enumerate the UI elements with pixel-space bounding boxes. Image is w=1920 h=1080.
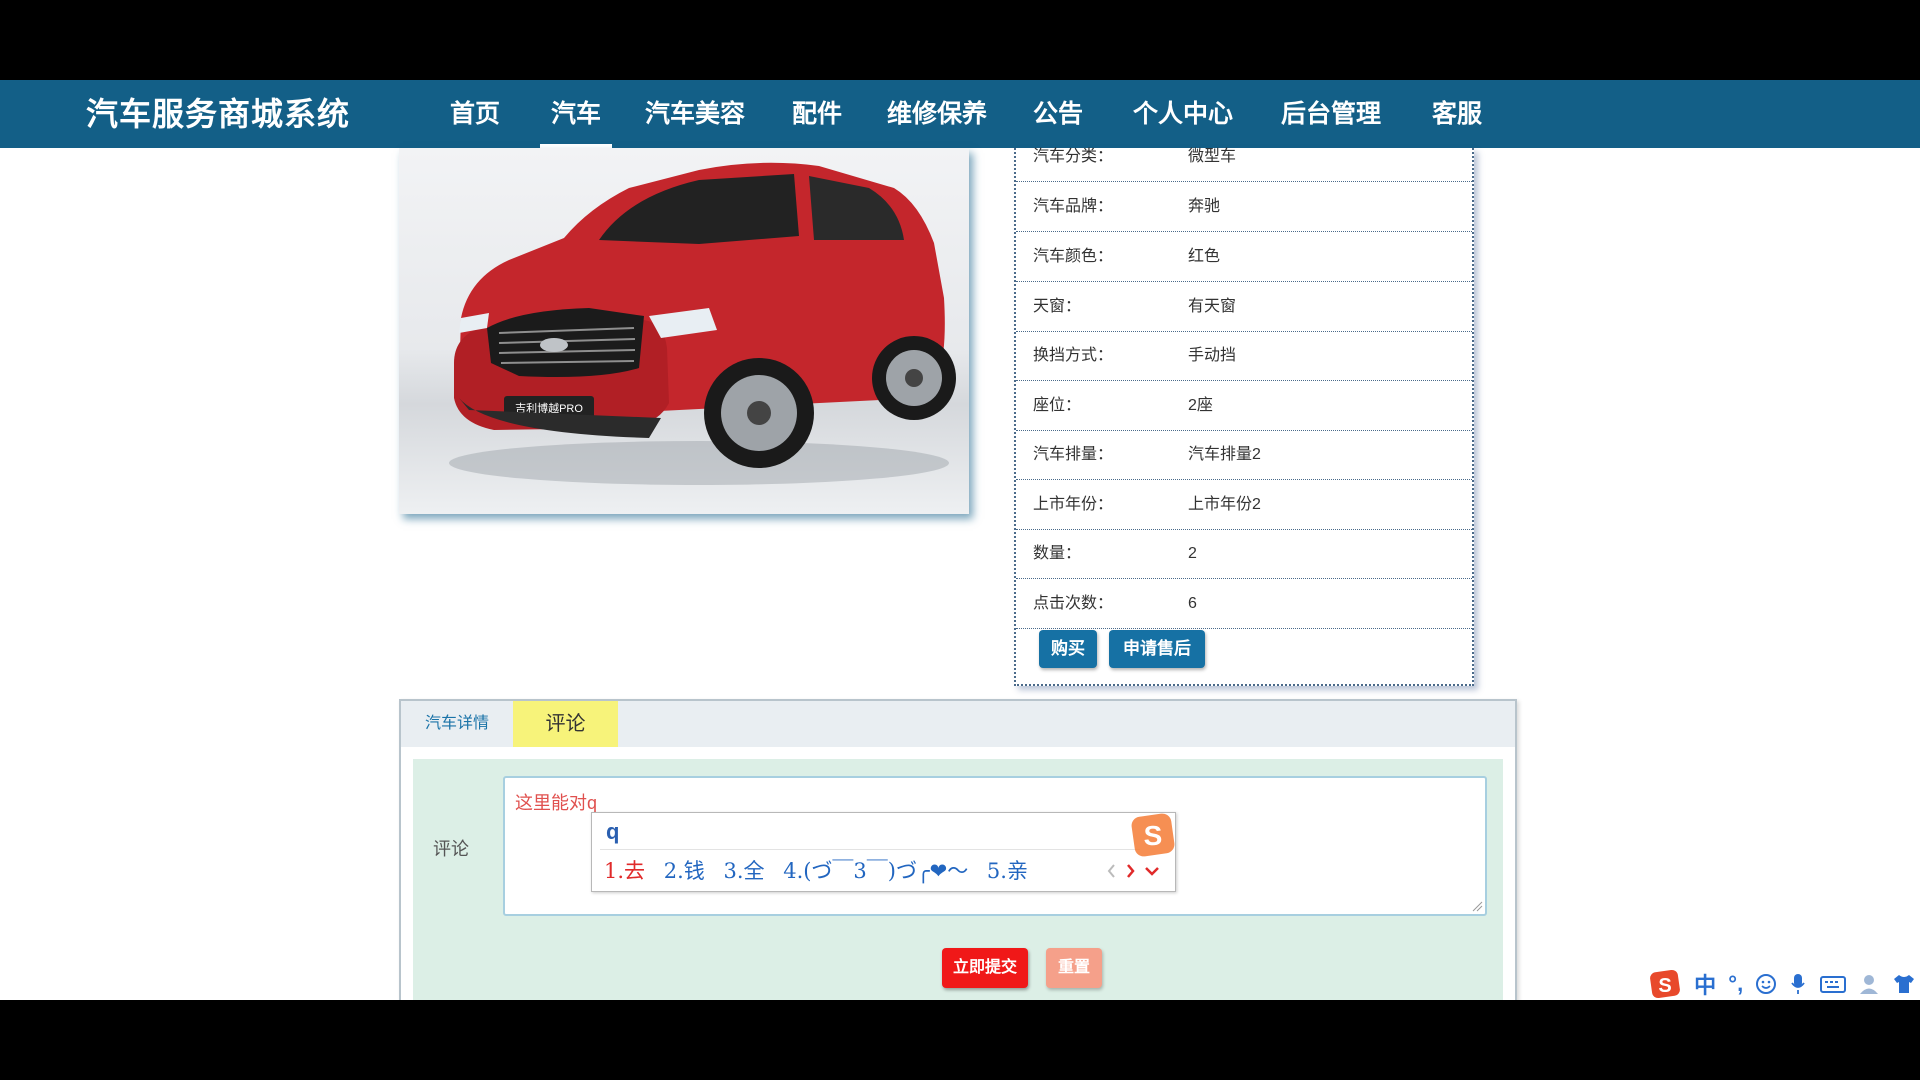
spec-row-transmission: 换挡方式： 手动挡 [1016,331,1472,381]
nav-car-beauty[interactable]: 汽车美容 [645,80,745,148]
spec-value: 2座 [1188,397,1213,414]
spec-row-seats: 座位： 2座 [1016,381,1472,431]
ime-candidate[interactable]: 3.全 [723,859,764,883]
site-brand[interactable]: 汽车服务商城系统 [86,80,350,148]
spec-row-quantity: 数量： 2 [1016,529,1472,579]
app-screen: 汽车服务商城系统 首页 汽车 汽车美容 配件 维修保养 公告 个人中心 后台管理… [0,80,1920,1000]
spec-value: 汽车排量2 [1188,446,1261,463]
spec-value: 手动挡 [1188,347,1237,364]
spec-value: 6 [1188,595,1197,612]
tab-bar: 汽车详情 评论 [401,701,1515,747]
emoji-icon[interactable] [1755,973,1777,995]
comment-text-value: 这里能对q [515,793,598,813]
car-illustration: 吉利博越PRO [449,162,956,485]
spec-row-color: 汽车颜色： 红色 [1016,232,1472,282]
chevron-left-icon [1107,864,1115,878]
spec-label: 汽车品牌： [1033,198,1114,215]
sogou-logo-icon: S [1131,813,1175,857]
nav-home[interactable]: 首页 [450,80,500,148]
tab-car-details[interactable]: 汽车详情 [401,701,513,747]
comment-textarea[interactable]: 这里能对q q S 1.去 2.钱 3.全 4.(づ￣3￣)づ╭❤～ 5.亲 [503,776,1487,916]
spec-row-click-count: 点击次数： 6 [1016,579,1472,629]
spec-row-category: 汽车分类： 微型车 [1016,132,1472,182]
ime-candidate[interactable]: 5.亲 [987,859,1028,883]
car-image[interactable]: 吉利博越PRO [399,148,969,514]
spec-value: 上市年份2 [1188,496,1261,513]
reset-button[interactable]: 重置 [1046,948,1102,988]
user-icon[interactable] [1858,973,1880,995]
spec-label: 汽车排量： [1033,446,1114,463]
spec-label: 汽车分类： [1033,148,1114,165]
ime-page-controls [1107,864,1159,878]
sogou-logo-letter: S [1144,820,1163,851]
spec-value: 奔驰 [1188,198,1221,215]
spec-label: 数量： [1033,545,1082,562]
ime-pinyin-input: q [606,819,620,844]
sogou-logo-icon[interactable]: S [1648,969,1682,999]
spec-row-displacement: 汽车排量： 汽车排量2 [1016,430,1472,480]
svg-text:S: S [1658,975,1671,997]
shirt-icon[interactable] [1892,973,1916,995]
nav-cars[interactable]: 汽车 [540,80,612,148]
ime-punct-toggle[interactable]: °, [1728,971,1743,997]
spec-label: 点击次数： [1033,595,1114,612]
ime-lang-toggle[interactable]: 中 [1694,968,1716,1000]
submit-button[interactable]: 立即提交 [942,948,1028,988]
spec-value: 微型车 [1188,148,1237,165]
ime-status-bar: S 中 °, [1648,968,1920,1000]
ime-candidate-popup: q S 1.去 2.钱 3.全 4.(づ￣3￣)づ╭❤～ 5.亲 [591,812,1176,892]
microphone-icon[interactable] [1789,972,1807,996]
ime-candidate[interactable]: 1.去 [604,859,645,883]
resize-handle-icon[interactable] [1471,900,1483,912]
spec-label: 换挡方式： [1033,347,1114,364]
ime-candidate[interactable]: 2.钱 [664,859,705,883]
spec-value: 有天窗 [1188,298,1237,315]
ime-candidate[interactable]: 4.(づ￣3￣)づ╭❤～ [783,859,968,883]
top-nav: 汽车服务商城系统 首页 汽车 汽车美容 配件 维修保养 公告 个人中心 后台管理… [0,80,1920,148]
ime-candidate-list: 1.去 2.钱 3.全 4.(づ￣3￣)づ╭❤～ 5.亲 [604,855,1040,885]
car-specs-panel: 汽车分类： 微型车 汽车品牌： 奔驰 汽车颜色： 红色 天窗： 有天窗 换挡方式… [1014,148,1474,686]
nav-parts[interactable]: 配件 [792,80,842,148]
keyboard-icon[interactable] [1819,974,1846,994]
detail-tabs-panel: 汽车详情 评论 评论 这里能对q q S 1.去 2.钱 3.全 4.(づ￣3￣… [399,699,1517,1000]
spec-label: 上市年份： [1033,496,1114,513]
spec-label: 座位： [1033,397,1082,414]
tab-comments[interactable]: 评论 [513,701,618,747]
nav-maintenance[interactable]: 维修保养 [887,80,987,148]
chevron-right-icon [1127,864,1135,878]
spec-label: 汽车颜色： [1033,248,1114,265]
comment-form: 评论 这里能对q q S 1.去 2.钱 3.全 4.(づ￣3￣)づ╭❤～ 5.… [413,759,1503,1000]
spec-row-sunroof: 天窗： 有天窗 [1016,282,1472,332]
spec-row-brand: 汽车品牌： 奔驰 [1016,182,1472,232]
spec-label: 天窗： [1033,298,1082,315]
after-sales-button[interactable]: 申请售后 [1109,630,1205,668]
spec-value: 2 [1188,545,1197,562]
comment-label: 评论 [433,839,469,859]
spec-row-release-year: 上市年份： 上市年份2 [1016,480,1472,530]
chevron-down-icon [1145,867,1159,876]
spec-value: 红色 [1188,248,1221,265]
buy-button[interactable]: 购买 [1039,630,1097,668]
